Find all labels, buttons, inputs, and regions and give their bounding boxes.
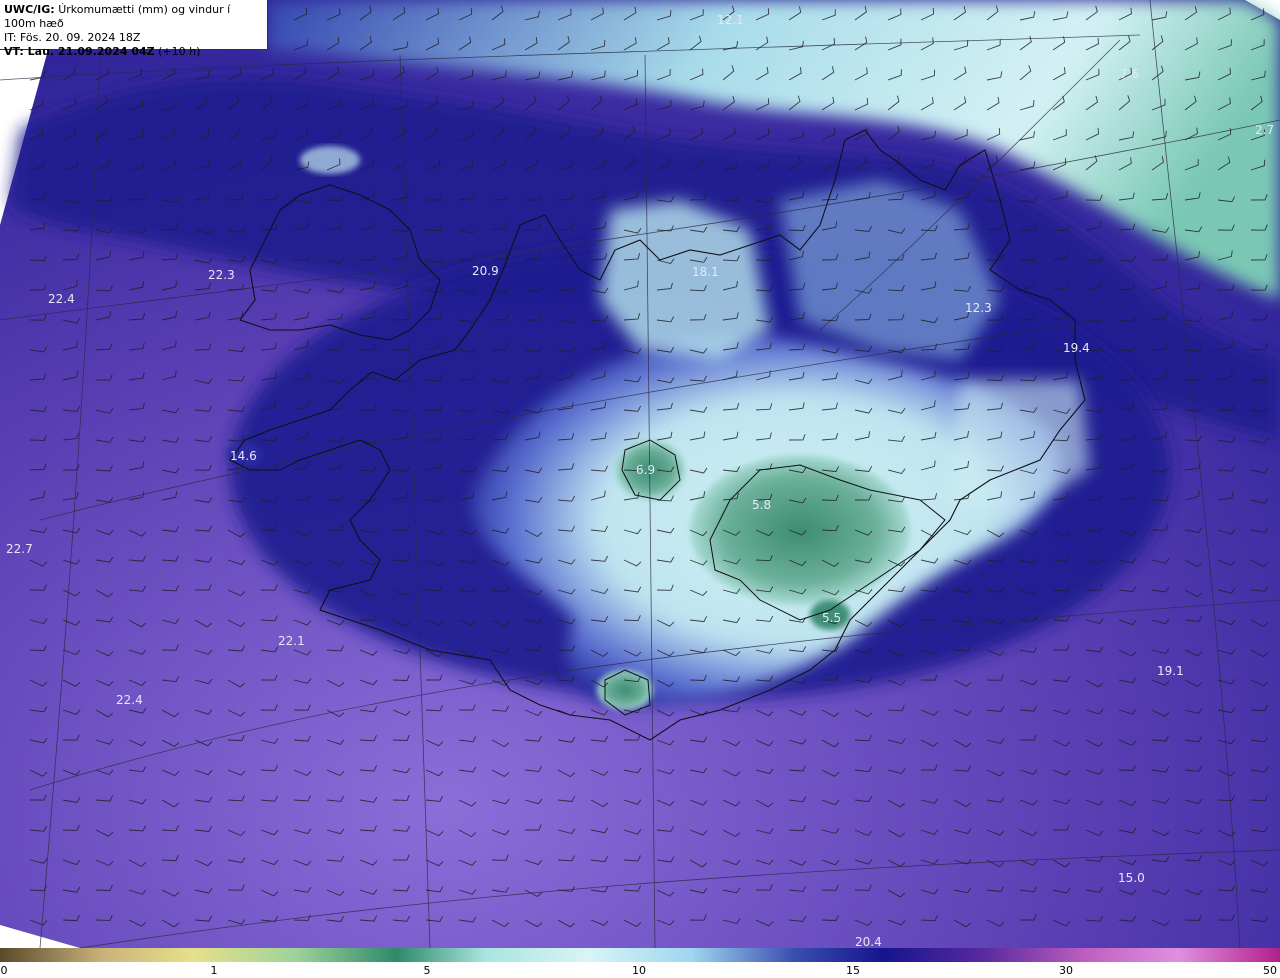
colorbar-tick: 10	[632, 964, 646, 977]
colorbar-tick: 15	[846, 964, 860, 977]
map-view: 12.1 7.6 2.7 22.3 20.9 18.1 22.4 12.3 19…	[0, 0, 1280, 978]
colorbar-tick: 30	[1059, 964, 1073, 977]
map-value-label: 19.4	[1063, 341, 1090, 355]
map-value-label: 5.8	[752, 498, 771, 512]
valid-time-line: VT: Lau. 21.09.2024 04Z (+10 h)	[4, 45, 263, 59]
map-value-label: 15.0	[1118, 871, 1145, 885]
issue-time: IT: Fös. 20. 09. 2024 18Z	[4, 31, 141, 44]
map-value-label: 12.3	[965, 301, 992, 315]
map-value-label: 12.1	[717, 13, 744, 27]
model-name: UWC/IG:	[4, 3, 55, 16]
map-value-label: 7.6	[1120, 67, 1139, 81]
map-value-label: 20.4	[855, 935, 882, 948]
valid-time: VT: Lau. 21.09.2024 04Z	[4, 45, 155, 58]
map-value-label: 20.9	[472, 264, 499, 278]
map-value-label: 19.1	[1157, 664, 1184, 678]
colorbar-tick: 5	[423, 964, 431, 977]
map-value-label: 22.3	[208, 268, 235, 282]
map-value-label: 22.7	[6, 542, 33, 556]
map-value-label: 18.1	[692, 265, 719, 279]
colorbar-tick: 50	[1263, 964, 1277, 977]
colorbar-tick: 1	[210, 964, 218, 977]
valid-offset: (+10 h)	[158, 45, 201, 58]
map-value-label: 14.6	[230, 449, 257, 463]
colorbar: 0 1 5 10 15 30 50	[0, 948, 1280, 978]
colorbar-strip	[0, 948, 1280, 962]
map-value-label: 22.4	[48, 292, 75, 306]
map-value-label: 22.1	[278, 634, 305, 648]
map-value-label: 22.4	[116, 693, 143, 707]
map-value-label: 5.5	[822, 611, 841, 625]
precipitation-map: 12.1 7.6 2.7 22.3 20.9 18.1 22.4 12.3 19…	[0, 0, 1280, 948]
westfjords-patch	[300, 146, 360, 174]
map-value-label: 6.9	[636, 463, 655, 477]
map-value-label: 2.7	[1255, 123, 1274, 137]
colorbar-tick: 0	[0, 964, 8, 977]
title-line: UWC/IG: Úrkomumætti (mm) og vindur í 100…	[4, 3, 263, 31]
map-title-box: UWC/IG: Úrkomumætti (mm) og vindur í 100…	[0, 0, 268, 58]
